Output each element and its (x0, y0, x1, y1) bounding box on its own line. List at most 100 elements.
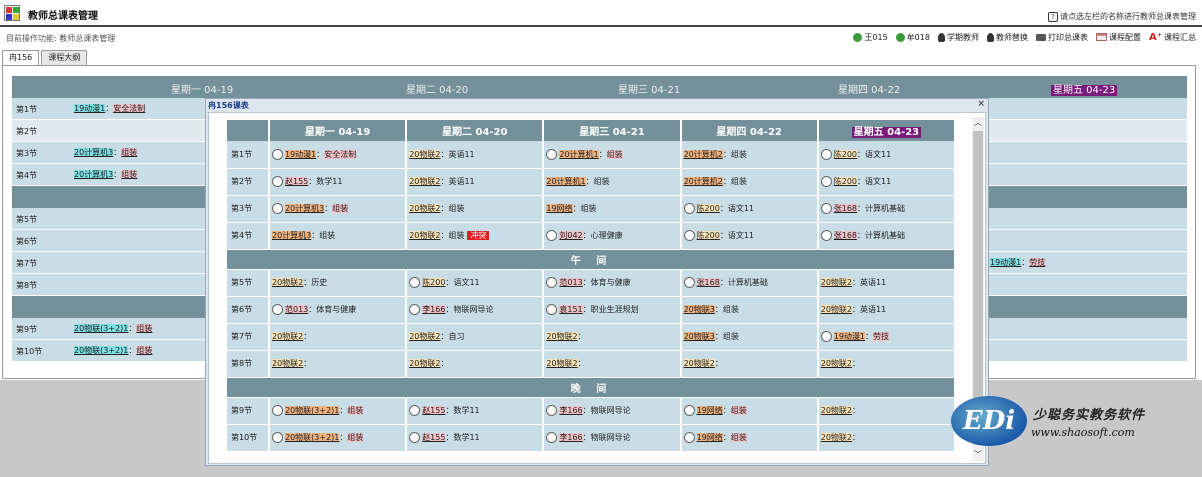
schedule-cell[interactable]: 20物联2： (269, 323, 408, 351)
class-link[interactable]: 陈200 (422, 278, 446, 287)
class-link[interactable]: 陈200 (696, 231, 720, 240)
class-link[interactable]: 19网络 (696, 433, 723, 442)
class-link[interactable]: 20计算机3 (272, 231, 312, 240)
class-link[interactable]: 20物联2 (409, 149, 441, 159)
schedule-cell[interactable]: 陈200：语文11 (680, 222, 819, 250)
select-radio[interactable] (546, 405, 558, 416)
schedule-cell[interactable]: 19网络：组装 (680, 397, 819, 425)
select-radio[interactable] (272, 304, 283, 315)
course-config-button[interactable]: 课程配置 (1095, 32, 1141, 43)
schedule-cell[interactable]: 20物联3：组装 (680, 296, 819, 324)
schedule-cell[interactable]: 19网络：组装 (543, 195, 682, 223)
schedule-cell[interactable]: 20计算机1：组装 (543, 141, 682, 169)
schedule-cell[interactable]: 陈200：语文11 (680, 195, 819, 223)
select-radio[interactable] (820, 203, 832, 214)
class-link[interactable]: 赵155 (285, 177, 309, 186)
class-link[interactable]: 范013 (559, 278, 583, 287)
schedule-cell[interactable]: 20物联2：组装 (406, 195, 545, 223)
class-link[interactable]: 20物联2 (409, 231, 441, 240)
class-link[interactable]: 20物联2 (683, 359, 715, 368)
tab-teacher[interactable]: 冉156 (2, 50, 40, 65)
schedule-cell[interactable]: 张168：计算机基础 (817, 222, 957, 250)
select-radio[interactable] (409, 277, 421, 288)
scrollbar-thumb[interactable] (973, 131, 983, 409)
class-link[interactable]: 张168 (833, 231, 858, 240)
class-link[interactable]: 范013 (285, 305, 309, 314)
class-link[interactable]: 20物联(3+2)1 (285, 433, 340, 442)
select-radio[interactable] (683, 277, 695, 288)
select-radio[interactable] (272, 405, 283, 416)
select-radio[interactable] (546, 148, 558, 160)
select-radio[interactable] (820, 331, 832, 342)
schedule-cell[interactable]: 20计算机3：组装 (269, 195, 408, 223)
schedule-cell[interactable]: 李166：物联网导论 (543, 397, 682, 425)
class-link[interactable]: 20物联3 (683, 332, 715, 341)
schedule-cell[interactable]: 20计算机1：组装 (543, 168, 682, 196)
scroll-up-icon[interactable]: ︿ (972, 117, 984, 129)
class-link[interactable]: 20计算机2 (683, 177, 723, 186)
select-radio[interactable] (546, 304, 558, 315)
schedule-cell[interactable]: 张168：计算机基础 (817, 195, 957, 223)
class-link[interactable]: 陈200 (833, 177, 858, 186)
select-radio[interactable] (820, 176, 832, 187)
class-link[interactable]: 刘042 (559, 231, 583, 240)
class-link[interactable]: 19动漫1 (285, 149, 317, 159)
schedule-cell[interactable]: 19动漫1：安全法制 (269, 141, 408, 169)
select-radio[interactable] (683, 230, 695, 241)
schedule-cell[interactable]: 20物联(3+2)1：组装 (269, 424, 408, 452)
class-link[interactable]: 19网络 (546, 204, 573, 213)
schedule-cell[interactable]: 赵155：数学11 (406, 424, 545, 452)
class-link[interactable]: 20物联(3+2)1 (285, 406, 340, 415)
select-radio[interactable] (272, 148, 283, 160)
class-link[interactable]: 20物联2 (409, 359, 441, 368)
class-link[interactable]: 20物联2 (820, 406, 853, 415)
schedule-cell[interactable]: 20物联2：英语11 (406, 168, 545, 196)
schedule-cell[interactable]: 陈200：语文11 (406, 269, 545, 297)
schedule-cell[interactable]: 19动漫1：劳技 (817, 323, 957, 351)
schedule-cell[interactable]: 20物联3：组装 (680, 323, 819, 351)
select-radio[interactable] (409, 304, 421, 315)
schedule-cell[interactable]: 19网络：组装 (680, 424, 819, 452)
class-link[interactable]: 张168 (833, 204, 858, 213)
schedule-cell[interactable]: 20物联2： (543, 323, 682, 351)
schedule-cell[interactable]: 陈200：语文11 (817, 141, 957, 169)
close-icon[interactable]: × (977, 99, 985, 109)
schedule-cell[interactable]: 袁151：职业生涯规划 (543, 296, 682, 324)
schedule-cell[interactable]: 20物联2：组装 冲突 (406, 222, 545, 250)
select-radio[interactable] (546, 277, 558, 288)
schedule-cell[interactable]: 赵155：数学11 (269, 168, 408, 196)
schedule-cell[interactable]: 20物联2：英语11 (817, 269, 957, 297)
class-link[interactable]: 20计算机1 (559, 149, 599, 159)
class-link[interactable]: 19动漫1 (833, 332, 866, 341)
course-summary-button[interactable]: A⁺ 课程汇总 (1149, 32, 1196, 43)
class-link[interactable]: 李166 (559, 433, 583, 442)
class-link[interactable]: 20物联2 (272, 278, 304, 287)
class-link[interactable]: 20物联2 (546, 359, 578, 368)
print-schedule-button[interactable]: 打印总课表 (1035, 32, 1088, 43)
term-teachers-button[interactable]: 学期教师 (937, 32, 979, 43)
class-link[interactable]: 赵155 (422, 406, 446, 415)
class-link[interactable]: 陈200 (833, 149, 858, 159)
class-link[interactable]: 20物联2 (272, 359, 304, 368)
class-link[interactable]: 陈200 (696, 204, 720, 213)
schedule-cell[interactable]: 20物联(3+2)1：组装 (269, 397, 408, 425)
schedule-cell[interactable]: 李166：物联网导论 (543, 424, 682, 452)
select-radio[interactable] (820, 148, 832, 160)
class-link[interactable]: 20物联2 (820, 359, 853, 368)
select-radio[interactable] (683, 405, 695, 416)
class-link[interactable]: 20物联2 (272, 332, 304, 341)
schedule-cell[interactable]: 张168：计算机基础 (680, 269, 819, 297)
select-radio[interactable] (820, 230, 832, 241)
select-radio[interactable] (272, 203, 283, 214)
schedule-cell[interactable]: 范013：体育与健康 (269, 296, 408, 324)
schedule-cell[interactable]: 20物联2：自习 (406, 323, 545, 351)
class-link[interactable]: 20计算机1 (546, 177, 586, 186)
schedule-cell[interactable]: 20物联2： (817, 350, 957, 378)
class-link[interactable]: 20物联2 (820, 305, 853, 314)
add-teacher-wang-button[interactable]: 王015 (853, 32, 888, 43)
schedule-cell[interactable]: 20物联2： (406, 350, 545, 378)
class-link[interactable]: 20物联2 (820, 278, 853, 287)
class-link[interactable]: 19网络 (696, 406, 723, 415)
schedule-cell[interactable]: 20物联2： (680, 350, 819, 378)
class-link[interactable]: 20物联2 (820, 433, 853, 442)
